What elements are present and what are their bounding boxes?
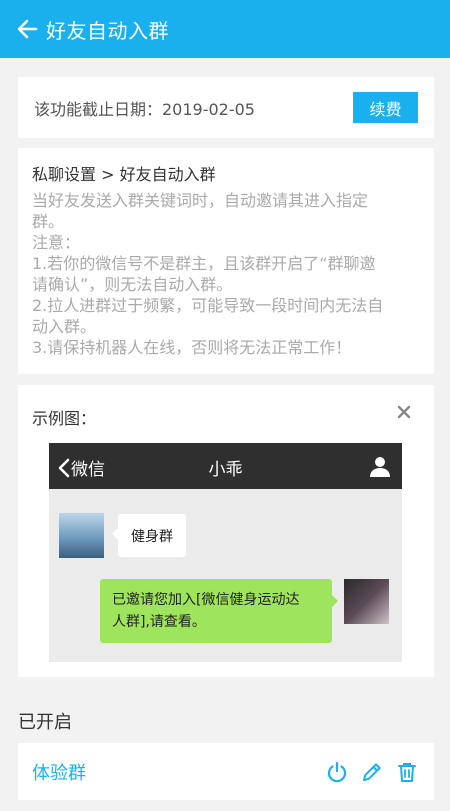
expiry-date-text: 该功能截止日期：2019-02-05 [34, 99, 255, 119]
example-screenshot: 微信 小乖 健身群 已邀请您加入[微信健身运动达 人群],请查看。 [49, 443, 402, 662]
user-icon [370, 455, 390, 477]
info-line: 注意： [32, 233, 81, 252]
close-icon[interactable] [396, 404, 412, 420]
group-name[interactable]: 体验群 [32, 759, 313, 785]
info-line: 2.拉人进群过于频繁，可能导致一段时间内无法自 [32, 296, 384, 315]
wechat-chat-title: 小乖 [208, 460, 243, 480]
example-label: 示例图： [32, 409, 97, 428]
info-line: 群。 [32, 212, 65, 231]
info-line: 动入群。 [32, 317, 97, 336]
group-row: 体验群 [18, 743, 434, 800]
friend-avatar [59, 513, 104, 558]
wechat-title-bar: 微信 小乖 [49, 443, 402, 489]
outgoing-message-line: 已邀请您加入[微信健身运动达 [112, 592, 300, 608]
info-line: 当好友发送入群关键词时，自动邀请其进入指定 [32, 191, 369, 210]
back-arrow-icon[interactable] [14, 16, 40, 42]
edit-pencil-icon[interactable] [361, 761, 383, 783]
bot-avatar [344, 579, 389, 624]
info-card: 私聊设置 > 好友自动入群 当好友发送入群关键词时，自动邀请其进入指定 群。 注… [18, 148, 434, 374]
outgoing-message-bubble: 已邀请您加入[微信健身运动达 人群],请查看。 [100, 579, 338, 643]
enabled-section-label: 已开启 [18, 712, 72, 733]
example-card: 示例图： 微信 小乖 健身群 已邀请您加入[微信健身运动达 人群],请查看。 [18, 385, 434, 677]
info-line: 1.若你的微信号不是群主，且该群开启了“群聊邀 [32, 254, 376, 273]
renew-button[interactable]: 续费 [353, 92, 418, 123]
power-icon[interactable] [326, 761, 348, 783]
info-line: 请确认”，则无法自动入群。 [32, 275, 233, 294]
info-breadcrumb: 私聊设置 > 好友自动入群 [32, 165, 216, 184]
expiry-card: 该功能截止日期：2019-02-05 续费 [18, 77, 434, 138]
outgoing-message-line: 人群],请查看。 [112, 614, 206, 630]
app-header: 好友自动入群 [0, 0, 450, 58]
trash-icon[interactable] [396, 761, 418, 783]
incoming-message-bubble: 健身群 [112, 514, 186, 557]
info-line: 3.请保持机器人在线，否则将无法正常工作！ [32, 338, 352, 357]
page-title: 好友自动入群 [46, 18, 169, 43]
